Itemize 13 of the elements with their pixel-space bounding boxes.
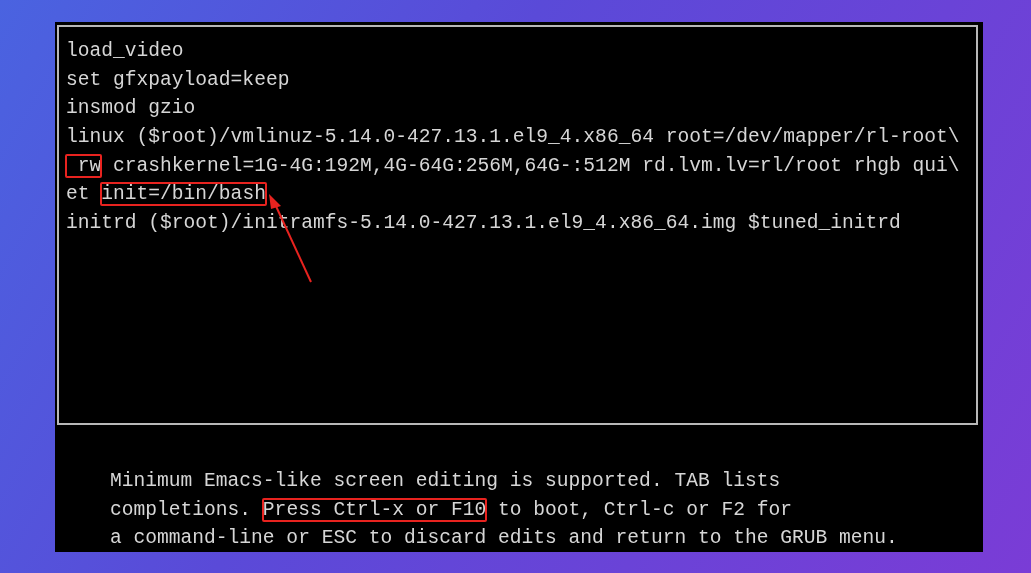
highlighted-text: rw — [66, 154, 102, 177]
highlighted-text: init=/bin/bash — [101, 183, 266, 206]
code-line: load_video — [66, 40, 184, 62]
highlighted-text: Press Ctrl-x or F10 — [262, 498, 487, 521]
code-line: crashkernel=1G-4G:192M,4G-64G:256M,64G-:512M rd.lvm.lv=rl/root rhgb qui\ — [112, 154, 960, 177]
code-line: et — [66, 183, 91, 206]
code-line: set gfxpayload=keep — [66, 68, 290, 91]
help-text: completions. — [110, 498, 253, 521]
help-text: Minimum Emacs-like screen editing is supported. TAB lists — [110, 470, 781, 492]
help-text: to boot, Ctrl-c or F2 for — [497, 498, 792, 521]
code-line: linux ($root)/vmlinuz-5.14.0-427.13.1.el9_4.x86_64 root=/dev/mapper/rl-root\ — [66, 126, 960, 149]
help-text: a command-line or ESC to discard edits and return to the GRUB menu. — [110, 527, 898, 550]
code-line: insmod gzio — [66, 97, 196, 120]
